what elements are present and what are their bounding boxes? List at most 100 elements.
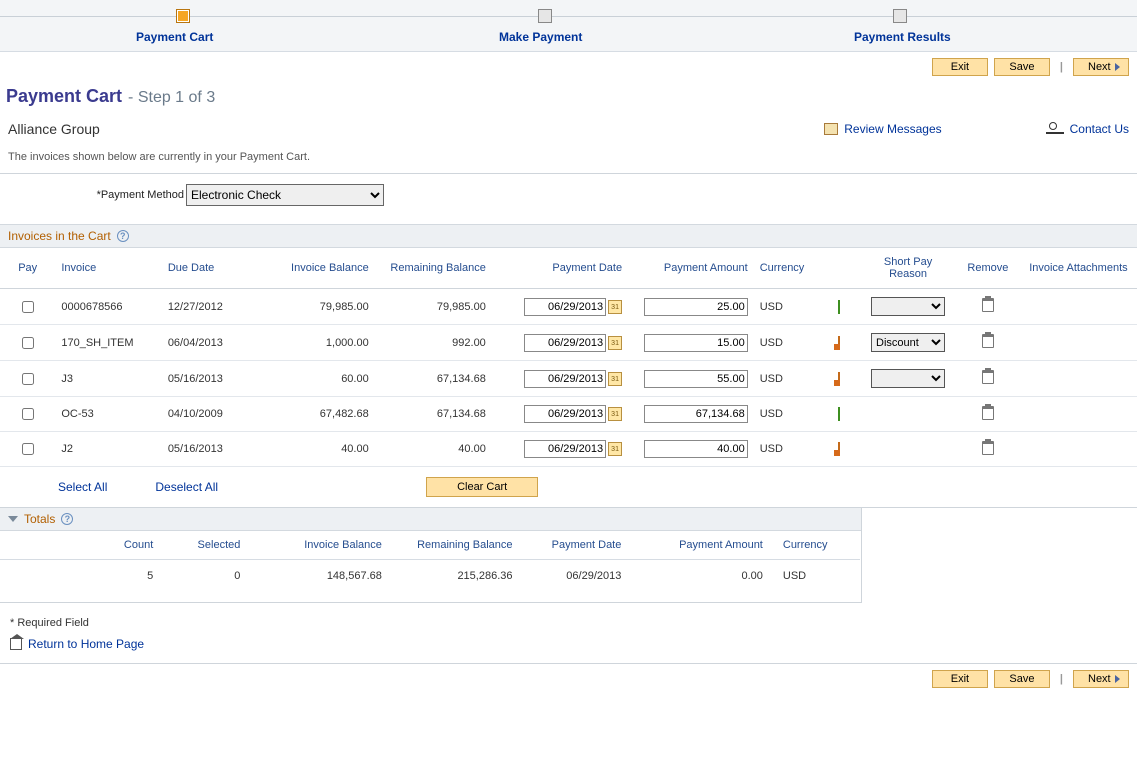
calendar-icon[interactable] <box>608 407 622 421</box>
pay-checkbox[interactable] <box>22 301 34 313</box>
payment-amount-input[interactable] <box>644 370 748 388</box>
cell-invoice: OC-53 <box>55 397 161 432</box>
payment-amount-input[interactable] <box>644 405 748 423</box>
return-home-link[interactable]: Return to Home Page <box>28 637 144 651</box>
cell-currency: USD <box>754 289 818 325</box>
t-count: 5 <box>0 560 163 593</box>
short-pay-select[interactable]: Discount <box>871 333 945 352</box>
step1-box[interactable] <box>176 9 190 23</box>
trash-icon[interactable] <box>982 334 994 348</box>
deselect-all-link[interactable]: Deselect All <box>155 480 218 494</box>
invoices-table: Pay Invoice Due Date Invoice Balance Rem… <box>0 248 1137 467</box>
col-invoice[interactable]: Invoice <box>55 248 161 289</box>
col-short-pay[interactable]: Short Pay Reason <box>860 248 956 289</box>
invoices-section-header: Invoices in the Cart ? <box>0 224 1137 248</box>
company-name: Alliance Group <box>8 121 680 137</box>
collapse-icon <box>8 516 18 522</box>
col-attachments[interactable]: Invoice Attachments <box>1020 248 1137 289</box>
tcol-pay-date: Payment Date <box>523 531 632 560</box>
step3-label[interactable]: Payment Results <box>854 30 951 44</box>
exit-button-bottom[interactable]: Exit <box>932 670 988 688</box>
short-pay-select[interactable] <box>871 369 945 388</box>
note-icon[interactable] <box>838 407 840 421</box>
payment-amount-input[interactable] <box>644 334 748 352</box>
cell-inv-bal: 1,000.00 <box>268 325 374 361</box>
page-title-row: Payment Cart - Step 1 of 3 <box>0 80 1137 117</box>
select-all-link[interactable]: Select All <box>58 480 107 494</box>
cell-inv-bal: 60.00 <box>268 361 374 397</box>
totals-header[interactable]: Totals ? <box>0 508 861 531</box>
button-separator: | <box>1056 61 1067 73</box>
pay-checkbox[interactable] <box>22 337 34 349</box>
step3-box[interactable] <box>893 9 907 23</box>
step2-box[interactable] <box>538 9 552 23</box>
discount-icon[interactable] <box>838 442 840 456</box>
payment-method-select[interactable]: Electronic Check <box>186 184 384 206</box>
note-icon[interactable] <box>838 300 840 314</box>
trash-icon[interactable] <box>982 406 994 420</box>
contact-us-label: Contact Us <box>1070 122 1129 136</box>
col-due-date[interactable]: Due Date <box>162 248 268 289</box>
exit-button[interactable]: Exit <box>932 58 988 76</box>
help-icon[interactable]: ? <box>117 230 129 242</box>
step1-label[interactable]: Payment Cart <box>136 30 213 44</box>
cell-due-date: 05/16/2013 <box>162 361 268 397</box>
next-label: Next <box>1088 61 1111 73</box>
col-invoice-balance[interactable]: Invoice Balance <box>268 248 374 289</box>
table-row: OC-53 04/10/2009 67,482.68 67,134.68 USD <box>0 397 1137 432</box>
trash-icon[interactable] <box>982 298 994 312</box>
t-pay-date: 06/29/2013 <box>523 560 632 593</box>
cell-rem-bal: 67,134.68 <box>375 361 492 397</box>
pay-checkbox[interactable] <box>22 443 34 455</box>
cell-invoice: J2 <box>55 432 161 467</box>
chevron-right-icon <box>1115 63 1120 71</box>
next-button[interactable]: Next <box>1073 58 1129 76</box>
discount-icon[interactable] <box>838 372 840 386</box>
calendar-icon[interactable] <box>608 442 622 456</box>
totals-table: Count Selected Invoice Balance Remaining… <box>0 531 860 592</box>
short-pay-select[interactable] <box>871 297 945 316</box>
cell-inv-bal: 40.00 <box>268 432 374 467</box>
save-button-bottom[interactable]: Save <box>994 670 1050 688</box>
payment-date-input[interactable] <box>524 334 606 352</box>
contact-us-link[interactable]: Contact Us <box>1046 122 1129 136</box>
pay-checkbox[interactable] <box>22 408 34 420</box>
clear-cart-button[interactable]: Clear Cart <box>426 477 538 497</box>
payment-amount-input[interactable] <box>644 440 748 458</box>
cell-due-date: 05/16/2013 <box>162 432 268 467</box>
t-inv-bal: 148,567.68 <box>250 560 392 593</box>
calendar-icon[interactable] <box>608 372 622 386</box>
trash-icon[interactable] <box>982 441 994 455</box>
col-currency[interactable]: Currency <box>754 248 818 289</box>
review-messages-label: Review Messages <box>844 122 941 136</box>
payment-amount-input[interactable] <box>644 298 748 316</box>
payment-date-input[interactable] <box>524 405 606 423</box>
invoices-section-title: Invoices in the Cart <box>8 229 111 243</box>
col-payment-date[interactable]: Payment Date <box>492 248 628 289</box>
cell-currency: USD <box>754 432 818 467</box>
save-button[interactable]: Save <box>994 58 1050 76</box>
stepper-line <box>0 16 1137 17</box>
tcol-rem-bal: Remaining Balance <box>392 531 523 560</box>
payment-date-input[interactable] <box>524 370 606 388</box>
payment-date-input[interactable] <box>524 298 606 316</box>
calendar-icon[interactable] <box>608 336 622 350</box>
cell-rem-bal: 992.00 <box>375 325 492 361</box>
trash-icon[interactable] <box>982 370 994 384</box>
required-field-note: * Required Field <box>0 603 1137 635</box>
chevron-right-icon <box>1115 675 1120 683</box>
wizard-stepper: Payment Cart Make Payment Payment Result… <box>0 0 1137 52</box>
col-remaining-balance[interactable]: Remaining Balance <box>375 248 492 289</box>
payment-date-input[interactable] <box>524 440 606 458</box>
review-messages-link[interactable]: Review Messages <box>824 122 941 136</box>
tcol-inv-bal: Invoice Balance <box>250 531 392 560</box>
calendar-icon[interactable] <box>608 300 622 314</box>
help-icon[interactable]: ? <box>61 513 73 525</box>
totals-title: Totals <box>24 512 55 526</box>
table-row: 170_SH_ITEM 06/04/2013 1,000.00 992.00 U… <box>0 325 1137 361</box>
col-payment-amount[interactable]: Payment Amount <box>628 248 754 289</box>
pay-checkbox[interactable] <box>22 373 34 385</box>
discount-icon[interactable] <box>838 336 840 350</box>
step2-label[interactable]: Make Payment <box>499 30 582 44</box>
next-button-bottom[interactable]: Next <box>1073 670 1129 688</box>
